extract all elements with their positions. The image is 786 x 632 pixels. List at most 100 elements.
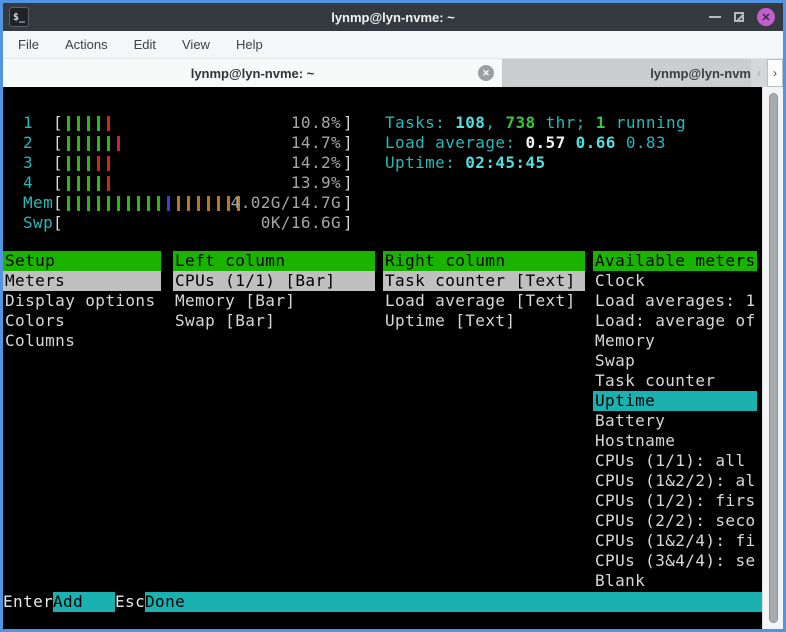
meter-row-mem: Mem[4.02G/14.7G]	[23, 193, 353, 213]
meter-bar: 13.9%	[63, 173, 343, 193]
panel-item[interactable]: Hostname	[593, 431, 757, 451]
meter-tick	[83, 196, 93, 211]
fn-key-enter[interactable]: Enter	[3, 592, 53, 612]
panel-item[interactable]: Task counter	[593, 371, 757, 391]
panel-item[interactable]: Memory [Bar]	[173, 291, 375, 311]
meter-value: 14.2%	[291, 153, 341, 173]
panel-item[interactable]: Swap	[593, 351, 757, 371]
panel-item[interactable]: Load average [Text]	[383, 291, 585, 311]
meter-tick	[83, 176, 93, 191]
panel-item[interactable]: CPUs (2/2): seco	[593, 511, 757, 531]
meter-tick	[73, 116, 83, 131]
meter-tick	[73, 156, 83, 171]
panel-item[interactable]: Task counter [Text]	[383, 271, 585, 291]
meter-tick	[103, 136, 113, 151]
meter-row-4: 4[13.9%]	[23, 173, 353, 193]
menu-item-file[interactable]: File	[18, 37, 39, 52]
panel-item[interactable]: Colors	[3, 311, 161, 331]
meter-bracket-open: [	[53, 213, 63, 233]
meter-label: 2	[23, 133, 53, 153]
panel-item[interactable]: CPUs (1&2/2): al	[593, 471, 757, 491]
panel-item[interactable]: Columns	[3, 331, 161, 351]
uptime-line: Uptime: 02:45:45	[385, 153, 686, 173]
meter-label: Swp	[23, 213, 53, 233]
meter-bracket-close: ]	[343, 173, 353, 193]
panel-item[interactable]: CPUs (1/2): firs	[593, 491, 757, 511]
meter-label: 4	[23, 173, 53, 193]
htop-meters: 1[10.8%]2[14.7%]3[14.2%]4[13.9%]Mem[4.02…	[23, 113, 353, 233]
tab-inactive[interactable]: lynmp@lyn-nvm	[503, 59, 751, 87]
meter-tick	[63, 116, 73, 131]
meter-bracket-open: [	[53, 113, 63, 133]
scrollbar-thumb[interactable]	[769, 93, 778, 623]
close-icon[interactable]: ✕	[757, 8, 775, 26]
panel-item[interactable]: Display options	[3, 291, 161, 311]
meter-tick	[93, 136, 103, 151]
panel-item[interactable]: CPUs (1/1): all	[593, 451, 757, 471]
meter-tick	[73, 176, 83, 191]
meter-tick	[113, 136, 123, 151]
panel-item[interactable]: CPUs (1/1) [Bar]	[173, 271, 375, 291]
tab-active[interactable]: lynmp@lyn-nvme: ~ ✕	[3, 59, 503, 87]
panel-item[interactable]: Battery	[593, 411, 757, 431]
panel-item[interactable]: CPUs (1&2/4): fi	[593, 531, 757, 551]
meter-tick	[83, 136, 93, 151]
meter-tick	[63, 156, 73, 171]
panel-item[interactable]: Load averages: 1	[593, 291, 757, 311]
meter-bar: 10.8%	[63, 113, 343, 133]
meter-tick	[173, 196, 183, 211]
meter-label: 1	[23, 113, 53, 133]
panel-item[interactable]: Uptime [Text]	[383, 311, 585, 331]
terminal-screen: 1[10.8%]2[14.7%]3[14.2%]4[13.9%]Mem[4.02…	[3, 87, 783, 629]
window-buttons: ✕	[709, 3, 775, 31]
menu-item-help[interactable]: Help	[236, 37, 263, 52]
fn-key-esc[interactable]: Esc	[115, 592, 145, 612]
panel-item[interactable]: Memory	[593, 331, 757, 351]
meter-row-swp: Swp[0K/16.6G]	[23, 213, 353, 233]
tab-scroll-right-icon[interactable]: ›	[767, 59, 783, 87]
panel-item[interactable]: Blank	[593, 571, 757, 591]
meter-tick	[213, 196, 223, 211]
meter-bar: 4.02G/14.7G	[63, 193, 343, 213]
meter-tick	[143, 196, 153, 211]
fn-action-add[interactable]: Add	[53, 592, 115, 612]
panel-item[interactable]: CPUs (3&4/4): se	[593, 551, 757, 571]
panel-setup: SetupMetersDisplay optionsColorsColumns	[3, 251, 161, 351]
meter-tick	[103, 196, 113, 211]
meter-bracket-close: ]	[343, 153, 353, 173]
meter-tick	[103, 116, 113, 131]
menu-item-actions[interactable]: Actions	[65, 37, 108, 52]
tab-close-icon[interactable]: ✕	[478, 65, 494, 81]
meter-tick	[63, 196, 73, 211]
panel-item[interactable]: Uptime	[593, 391, 757, 411]
meter-value: 0K/16.6G	[261, 213, 341, 233]
panel-left-column: Left columnCPUs (1/1) [Bar]Memory [Bar]S…	[173, 251, 375, 331]
meter-bracket-open: [	[53, 153, 63, 173]
panel-item[interactable]: Swap [Bar]	[173, 311, 375, 331]
meter-value: 14.7%	[291, 133, 341, 153]
terminal-scrollbar[interactable]	[762, 87, 783, 629]
panel-item[interactable]: Load: average of	[593, 311, 757, 331]
meter-tick	[163, 196, 173, 211]
meter-value: 10.8%	[291, 113, 341, 133]
meter-row-3: 3[14.2%]	[23, 153, 353, 173]
menu-item-view[interactable]: View	[182, 37, 210, 52]
tab-scroll-left-icon[interactable]: ‹	[751, 59, 767, 87]
panel-item[interactable]: Meters	[3, 271, 161, 291]
menu-item-edit[interactable]: Edit	[134, 37, 156, 52]
meter-tick	[123, 196, 133, 211]
meter-bracket-open: [	[53, 133, 63, 153]
minimize-icon[interactable]	[709, 16, 721, 18]
htop-function-bar: EnterAddEscDone	[3, 592, 762, 612]
panel-header-setup: Setup	[3, 251, 161, 271]
title-bar: $_ lynmp@lyn-nvme: ~ ✕	[3, 3, 783, 31]
panel-right-column: Right columnTask counter [Text]Load aver…	[383, 251, 585, 331]
fn-action-done[interactable]: Done	[145, 592, 762, 612]
panel-item[interactable]: Clock	[593, 271, 757, 291]
meter-tick	[193, 196, 203, 211]
meter-tick	[153, 196, 163, 211]
meter-label: Mem	[23, 193, 53, 213]
window-frame: $_ lynmp@lyn-nvme: ~ ✕ File Actions Edit Vi…	[0, 0, 786, 632]
restore-icon[interactable]	[734, 12, 744, 22]
meter-label: 3	[23, 153, 53, 173]
